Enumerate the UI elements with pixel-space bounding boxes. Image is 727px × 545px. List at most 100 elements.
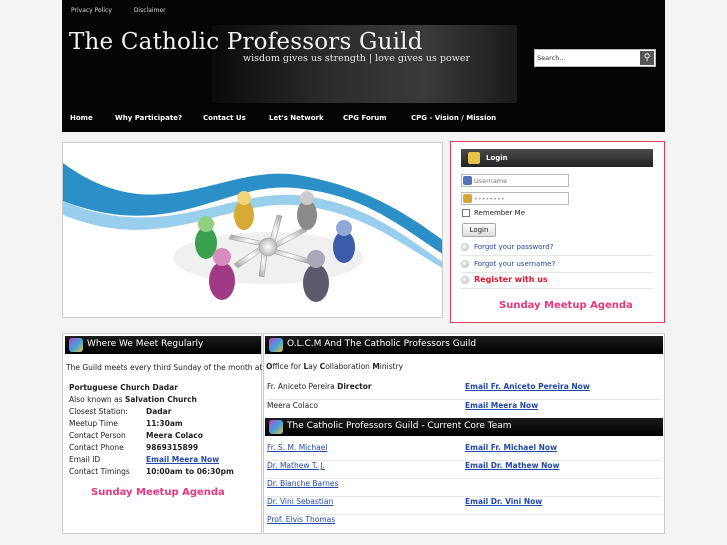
subtitle-text: ollaboration	[325, 362, 373, 371]
bullet-icon	[461, 260, 469, 268]
detail-value: 10:00am to 06:30pm	[146, 467, 234, 476]
nav-contact-us[interactable]: Contact Us	[203, 114, 246, 122]
detail-value: Dadar	[146, 407, 172, 416]
detail-key: Email ID	[69, 455, 101, 464]
detail-row: Contact Person Meera Colaco	[69, 431, 203, 440]
bullet-icon	[461, 243, 469, 251]
aka-name: Salvation Church	[124, 395, 197, 404]
login-title: Login	[486, 154, 508, 162]
site-header: Privacy Policy Disclaimer The Catholic P…	[62, 0, 665, 132]
venue-aka: Also known as Salvation Church	[69, 395, 197, 404]
detail-key: Contact Timings	[69, 467, 130, 476]
member-name-link[interactable]: Prof. Elvis Thomas	[267, 515, 335, 524]
remember-me[interactable]: Remember Me	[462, 209, 525, 217]
tagline: wisdom gives us strength | love gives us…	[243, 53, 471, 64]
login-icon	[468, 152, 480, 164]
top-links: Privacy Policy Disclaimer	[71, 7, 186, 14]
olcm-subtitle: Office for Lay Collaboration Ministry	[266, 362, 403, 371]
detail-row: Contact Timings 10:00am to 06:30pm	[69, 467, 234, 476]
login-button[interactable]: Login	[462, 223, 496, 237]
where-we-meet-title: Where We Meet Regularly	[87, 339, 204, 349]
email-meera-olcm-link[interactable]: Email Meera Now	[465, 401, 538, 410]
forgot-username-item: Forgot your username?	[461, 257, 653, 273]
forgot-username-link[interactable]: Forgot your username?	[474, 260, 555, 268]
people-icon	[269, 338, 283, 352]
people-icon	[69, 338, 83, 352]
nav-lets-network[interactable]: Let's Network	[269, 114, 324, 122]
contact-role: Director	[337, 382, 372, 391]
venue-name: Portuguese Church Dadar	[69, 383, 178, 392]
detail-row: Contact Phone 9869315899	[69, 443, 198, 452]
hero-network-image	[62, 142, 443, 318]
detail-key: Meetup Time	[69, 419, 118, 428]
register-link[interactable]: Register with us	[474, 275, 548, 284]
member-name-link[interactable]: Dr. Vini Sebastian	[267, 497, 333, 506]
detail-value: 11:30am	[146, 419, 183, 428]
contact-row: Fr. Aniceto Pereira Director Email Fr. A…	[267, 382, 661, 400]
nav-cpg-forum[interactable]: CPG Forum	[343, 114, 387, 122]
people-icon	[269, 420, 283, 434]
nav-why-participate[interactable]: Why Participate?	[115, 114, 182, 122]
member-name-link[interactable]: Dr. Mathew T. J.	[267, 461, 325, 470]
search-input[interactable]	[537, 52, 640, 64]
password-field	[461, 192, 569, 205]
subtitle-text: ffice for	[272, 362, 304, 371]
olcm-header: O.L.C.M And The Catholic Professors Guil…	[265, 336, 663, 354]
team-member-row: Prof. Elvis Thomas	[267, 515, 661, 533]
site-title[interactable]: The Catholic Professors Guild	[69, 29, 423, 55]
nav-home[interactable]: Home	[70, 114, 93, 122]
main-nav: Home Why Participate? Contact Us Let's N…	[62, 104, 665, 132]
where-we-meet-panel: Where We Meet Regularly The Guild meets …	[62, 333, 265, 534]
disclaimer-link[interactable]: Disclaimer	[134, 7, 166, 14]
team-member-row: Dr. Vini Sebastian Email Dr. Vini Now	[267, 497, 661, 515]
sunday-agenda-link[interactable]: Sunday Meetup Agenda	[499, 300, 633, 311]
forgot-password-item: Forgot your password?	[461, 240, 653, 256]
detail-row: Closest Station: Dadar	[69, 407, 171, 416]
member-name-link[interactable]: Dr. Blanche Barnes	[267, 479, 338, 488]
login-header: Login	[461, 149, 653, 167]
detail-value: 9869315899	[146, 443, 199, 452]
where-we-meet-header: Where We Meet Regularly	[65, 336, 261, 354]
detail-key: Contact Person	[69, 431, 126, 440]
detail-row: Meetup Time 11:30am	[69, 419, 183, 428]
user-icon	[463, 176, 472, 185]
register-item: Register with us	[461, 273, 653, 289]
core-team-title: The Catholic Professors Guild - Current …	[287, 421, 512, 431]
subtitle-initial: M	[372, 362, 380, 371]
forgot-password-link[interactable]: Forgot your password?	[474, 243, 553, 251]
subtitle-text: inistry	[379, 362, 404, 371]
detail-row: Email ID Email Meera Now	[69, 455, 219, 464]
contact-name-text: Fr. Aniceto Pereira	[267, 382, 335, 391]
member-email-link[interactable]: Email Dr. Mathew Now	[465, 461, 560, 470]
member-email-link[interactable]: Email Fr. Michael Now	[465, 443, 557, 452]
login-panel: Login Remember Me Login Forgot your pass…	[450, 141, 665, 323]
contact-name: Meera Colaco	[267, 401, 318, 410]
team-member-row: Dr. Blanche Barnes	[267, 479, 661, 497]
remember-checkbox[interactable]	[462, 209, 470, 217]
detail-key: Contact Phone	[69, 443, 124, 452]
contact-row: Meera Colaco Email Meera Now	[267, 401, 661, 419]
team-member-row: Fr. S. M. Michael Email Fr. Michael Now	[267, 443, 661, 461]
olcm-panel: O.L.C.M And The Catholic Professors Guil…	[263, 333, 665, 534]
bullet-icon	[461, 276, 469, 284]
username-input[interactable]	[474, 176, 566, 186]
email-aniceto-link[interactable]: Email Fr. Aniceto Pereira Now	[465, 382, 590, 391]
detail-value: Meera Colaco	[146, 431, 203, 440]
key-icon	[463, 194, 472, 203]
detail-key: Closest Station:	[69, 407, 128, 416]
subtitle-text: ay	[308, 362, 320, 371]
sunday-agenda-link-bottom[interactable]: Sunday Meetup Agenda	[91, 487, 225, 498]
privacy-policy-link[interactable]: Privacy Policy	[71, 7, 112, 14]
member-email-link[interactable]: Email Dr. Vini Now	[465, 497, 542, 506]
olcm-title: O.L.C.M And The Catholic Professors Guil…	[287, 339, 477, 349]
search-box: ⚲	[534, 49, 656, 67]
team-member-row: Dr. Mathew T. J. Email Dr. Mathew Now	[267, 461, 661, 479]
password-input[interactable]	[474, 194, 566, 204]
core-team-header: The Catholic Professors Guild - Current …	[265, 418, 663, 436]
username-field	[461, 174, 569, 187]
meeting-intro: The Guild meets every third Sunday of th…	[66, 363, 265, 372]
email-meera-link[interactable]: Email Meera Now	[146, 455, 219, 464]
search-icon[interactable]: ⚲	[640, 51, 654, 65]
nav-vision-mission[interactable]: CPG - Vision / Mission	[411, 114, 496, 122]
member-name-link[interactable]: Fr. S. M. Michael	[267, 443, 327, 452]
